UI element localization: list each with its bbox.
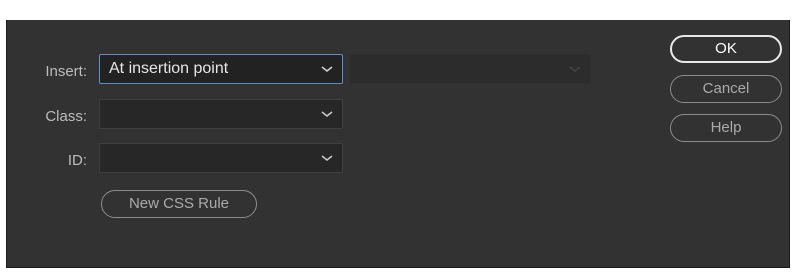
chevron-down-icon xyxy=(321,155,333,162)
class-label: Class: xyxy=(45,108,87,125)
insert-div-dialog: Insert: At insertion point Class: ID: Ne… xyxy=(6,20,790,268)
id-label: ID: xyxy=(67,152,87,169)
chevron-down-icon xyxy=(321,111,333,118)
insert-position-select[interactable]: At insertion point xyxy=(99,54,343,84)
new-css-rule-button[interactable]: New CSS Rule xyxy=(101,190,257,218)
id-select[interactable] xyxy=(99,143,343,173)
class-select[interactable] xyxy=(99,99,343,129)
ok-button[interactable]: OK xyxy=(670,35,782,63)
chevron-down-icon xyxy=(569,66,581,73)
help-button[interactable]: Help xyxy=(670,114,782,142)
insert-label: Insert: xyxy=(45,63,87,80)
insert-target-select xyxy=(349,54,591,84)
chevron-down-icon xyxy=(321,66,333,73)
cancel-button[interactable]: Cancel xyxy=(670,75,782,103)
insert-position-value: At insertion point xyxy=(109,60,229,77)
